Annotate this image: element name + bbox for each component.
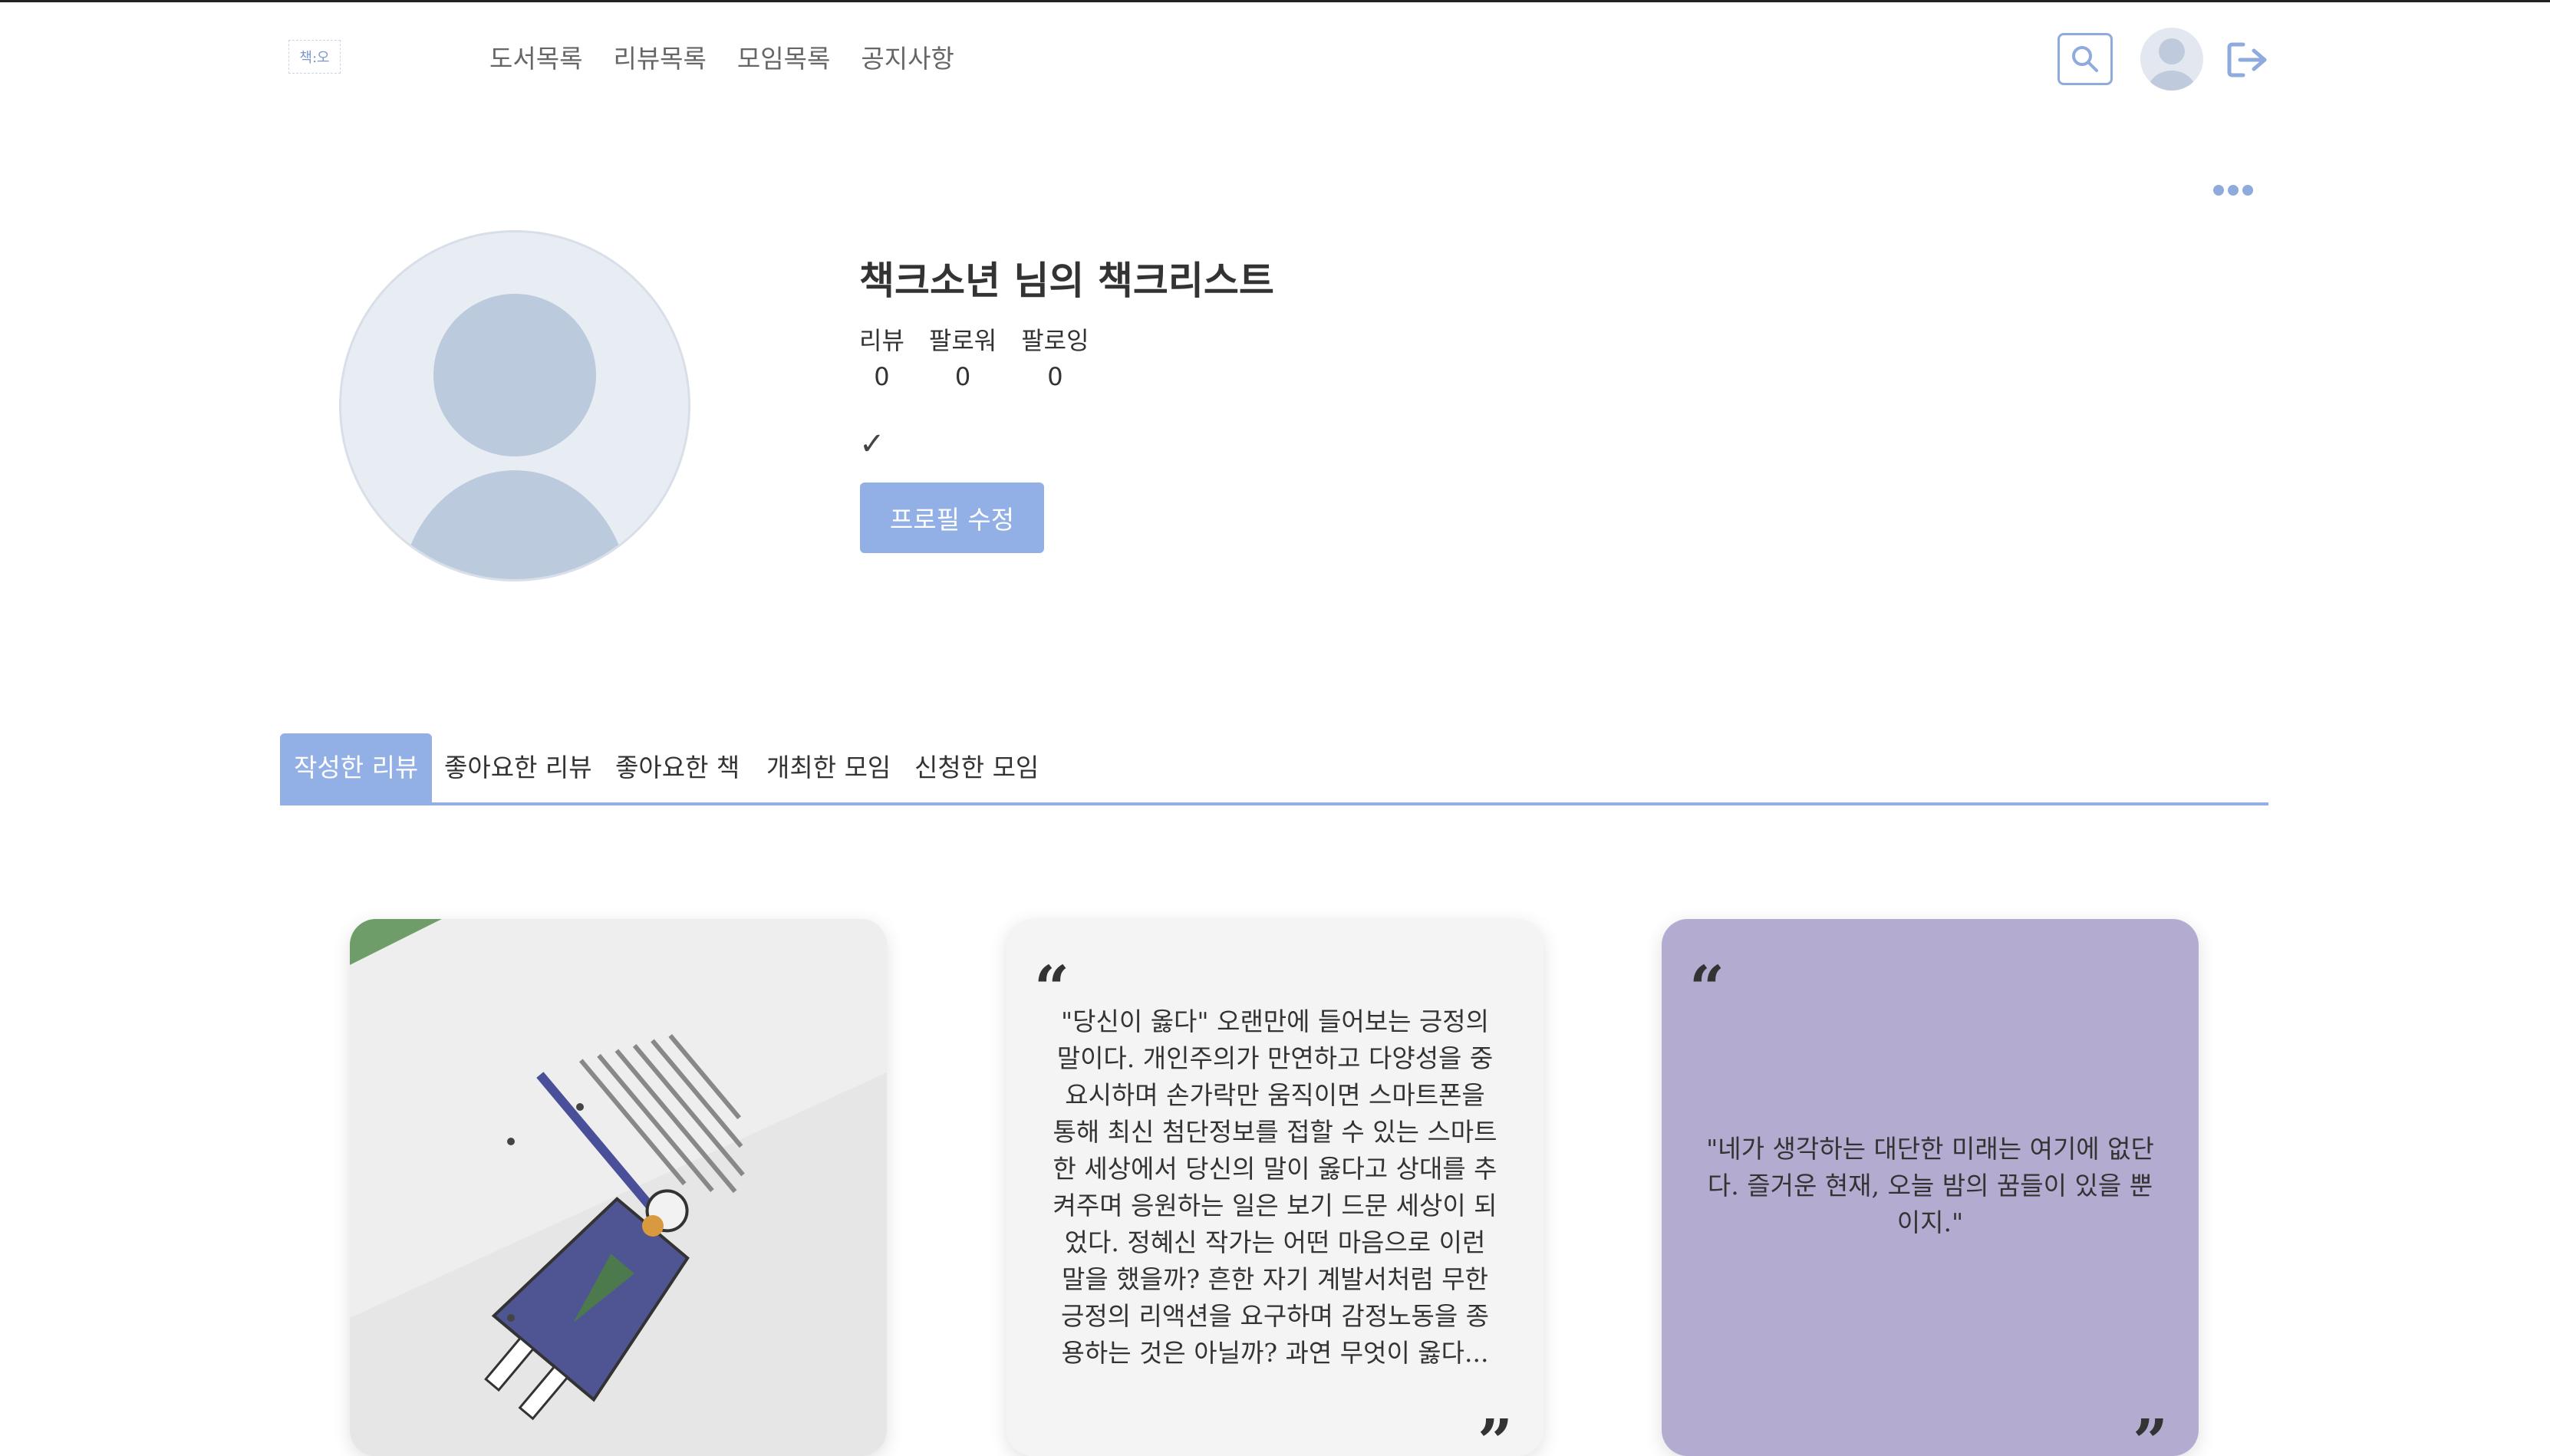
site-logo[interactable]: 책:오 [288, 40, 341, 74]
review-card-quote[interactable]: “ "네가 생각하는 대단한 미래는 여기에 없단다. 즐거운 현재, 오늘 밤… [1662, 919, 2199, 1456]
stat-value: 0 [1047, 362, 1063, 391]
stat-followers[interactable]: 팔로워 0 [929, 324, 997, 396]
more-options-button[interactable] [2213, 184, 2259, 204]
profile-avatar-icon [401, 294, 628, 579]
tab-liked-books[interactable]: 좋아요한 책 [615, 733, 740, 802]
more-dots-icon [2213, 184, 2257, 199]
tab-liked-reviews[interactable]: 좋아요한 리뷰 [444, 733, 592, 802]
review-card-image[interactable] [350, 919, 887, 1456]
main-nav: 도서목록 리뷰목록 모임목록 공지사항 [489, 40, 954, 78]
logout-button[interactable] [2225, 38, 2271, 81]
profile-tabs: 작성한 리뷰 좋아요한 리뷰 좋아요한 책 개최한 모임 신청한 모임 [280, 733, 2268, 805]
review-card-quote[interactable]: “ "당신이 옳다" 오랜만에 들어보는 긍정의 말이다. 개인주의가 만연하고… [1006, 919, 1544, 1456]
tab-hosted-meetings[interactable]: 개최한 모임 [766, 733, 891, 802]
tab-applied-meetings[interactable]: 신청한 모임 [914, 733, 1039, 802]
profile-title: 책크소년 님의 책크리스트 [859, 259, 1274, 303]
stat-label: 팔로잉 [1021, 326, 1089, 355]
nav-book-list[interactable]: 도서목록 [489, 40, 582, 78]
search-button[interactable] [2057, 33, 2113, 85]
tab-written-reviews[interactable]: 작성한 리뷰 [280, 733, 433, 802]
quote-open-icon: “ [1689, 952, 1725, 1024]
user-avatar-icon [2147, 38, 2196, 91]
book-illustration-image [350, 919, 887, 1456]
stat-label: 팔로워 [928, 326, 997, 355]
review-excerpt: "당신이 옳다" 오랜만에 들어보는 긍정의 말이다. 개인주의가 만연하고 다… [1053, 1006, 1497, 1368]
profile-avatar [339, 230, 690, 581]
quote-close-icon: ” [1477, 1405, 1513, 1456]
stat-value: 0 [874, 362, 890, 391]
stat-label: 리뷰 [859, 326, 904, 355]
profile-stats: 리뷰 0 팔로워 0 팔로잉 0 [859, 324, 1089, 396]
nav-notice[interactable]: 공지사항 [861, 40, 954, 78]
quote-close-icon: ” [2132, 1405, 2168, 1456]
stat-reviews[interactable]: 리뷰 0 [859, 324, 904, 396]
edit-profile-button[interactable]: 프로필 수정 [860, 483, 1044, 553]
nav-meeting-list[interactable]: 모임목록 [737, 40, 830, 78]
stat-value: 0 [954, 362, 971, 391]
window-top-border [0, 0, 2550, 2]
stat-following[interactable]: 팔로잉 0 [1021, 324, 1089, 396]
logout-icon [2227, 42, 2267, 77]
review-excerpt: "네가 생각하는 대단한 미래는 여기에 없단다. 즐거운 현재, 오늘 밤의 … [1706, 1134, 2154, 1237]
nav-review-list[interactable]: 리뷰목록 [613, 40, 706, 78]
user-avatar[interactable] [2140, 28, 2203, 91]
logo-text: 책:오 [299, 50, 330, 66]
check-icon: ✓ [859, 427, 885, 462]
search-icon [2072, 46, 2098, 72]
